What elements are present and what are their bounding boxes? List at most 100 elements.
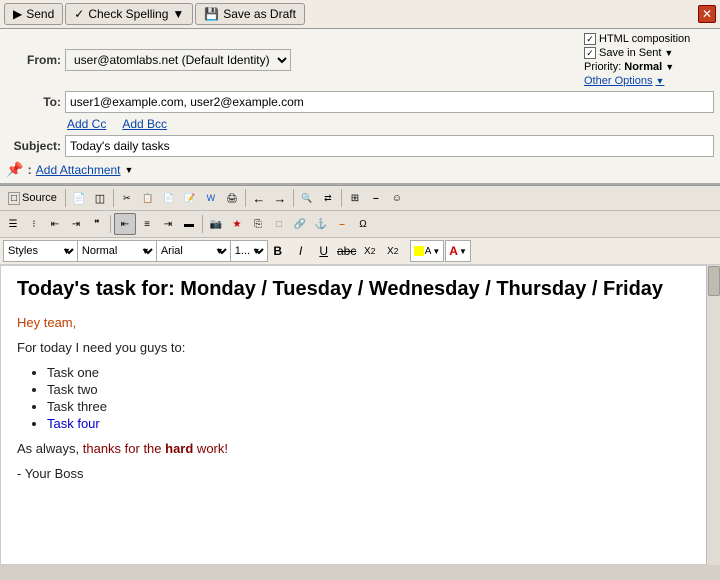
redo-button[interactable]: →	[270, 188, 290, 208]
insert-anchor-button[interactable]: ⚓	[311, 214, 331, 234]
special-char-button[interactable]: Ω	[353, 214, 373, 234]
insert-rule-button[interactable]: ⎯	[332, 214, 352, 234]
align-left-button[interactable]: ⇤	[114, 213, 136, 235]
size-select[interactable]: 1...	[230, 240, 268, 262]
align-center-button[interactable]: ≡	[137, 214, 157, 234]
sep1	[65, 189, 66, 207]
html-composition-label: HTML composition	[599, 33, 690, 45]
bold-button[interactable]: B	[267, 240, 289, 262]
priority-value: Normal	[624, 61, 662, 73]
greeting-comma: ,	[73, 315, 77, 330]
ordered-list-button[interactable]: ☰	[3, 214, 23, 234]
smiley-button[interactable]: ☺	[387, 188, 407, 208]
save-in-sent-row: Save in Sent ▼	[584, 47, 714, 59]
align-right-button[interactable]: ⇥	[158, 214, 178, 234]
blocks-button[interactable]: ◫	[90, 188, 110, 208]
replace-button[interactable]: ⇄	[318, 188, 338, 208]
content-area[interactable]: Today's task for: Monday / Tuesday / Wed…	[0, 265, 720, 565]
closing-line: As always, thanks for the hard work!	[17, 441, 703, 456]
check-spelling-button[interactable]: ✓ Check Spelling ▼	[65, 3, 193, 25]
font-color-button[interactable]: A ▼	[445, 240, 471, 262]
hr-button[interactable]: ⎯	[366, 188, 386, 208]
styles-select[interactable]: Styles	[3, 240, 78, 262]
highlight-color-label: A	[425, 246, 432, 257]
list-item: Task one	[47, 365, 703, 380]
table-button[interactable]: ⊞	[345, 188, 365, 208]
subscript-button[interactable]: X2	[359, 240, 381, 262]
insert-special-button[interactable]: □	[269, 214, 289, 234]
to-label: To:	[6, 95, 61, 109]
font-color-icon: A	[449, 244, 458, 258]
format-bar: Styles ▼ Normal ▼ Arial ▼ 1... ▼ B I U a…	[0, 238, 720, 265]
from-select[interactable]: user@atomlabs.net (Default Identity)	[65, 49, 291, 71]
paste-plain-button[interactable]: 📝	[180, 188, 200, 208]
save-draft-button[interactable]: 💾 Save as Draft	[195, 3, 305, 25]
subject-row: Subject:	[0, 133, 720, 159]
content-wrapper: Today's task for: Monday / Tuesday / Wed…	[0, 265, 720, 565]
increase-indent-button[interactable]: ⇥	[66, 214, 86, 234]
underline-button[interactable]: U	[313, 240, 335, 262]
list-item: Task two	[47, 382, 703, 397]
close-button[interactable]: ✕	[698, 5, 716, 23]
print-button[interactable]: 🖨	[222, 188, 242, 208]
list-item: Task four	[47, 416, 703, 431]
other-options-icon: ▼	[655, 76, 664, 86]
paragraph-select[interactable]: Normal	[77, 240, 157, 262]
subject-label: Subject:	[6, 139, 61, 153]
sep7	[202, 215, 203, 233]
font-color-dropdown-icon: ▼	[459, 247, 467, 256]
insert-flash-button[interactable]: ★	[227, 214, 247, 234]
top-toolbar: ▶ Send ✓ Check Spelling ▼ 💾 Save as Draf…	[0, 0, 720, 29]
signature-line: - Your Boss	[17, 466, 703, 481]
find-button[interactable]: 🔍	[297, 188, 317, 208]
sep4	[293, 189, 294, 207]
html-composition-checkbox[interactable]	[584, 33, 596, 45]
copy-button[interactable]: 📋	[138, 188, 158, 208]
source-button[interactable]: □ Source	[3, 188, 62, 208]
from-row: From: user@atomlabs.net (Default Identit…	[0, 29, 720, 89]
to-row: To:	[0, 89, 720, 115]
text-formatting-buttons: B I U abc X2 X2	[267, 240, 404, 262]
superscript-button[interactable]: X2	[382, 240, 404, 262]
attach-dropdown-icon: ▼	[125, 165, 134, 175]
sep5	[341, 189, 342, 207]
insert-table-button[interactable]: ⎘	[248, 214, 268, 234]
source-label: Source	[22, 192, 57, 204]
strikethrough-button[interactable]: abc	[336, 240, 358, 262]
source-icon: □	[8, 192, 20, 205]
scrollbar-track[interactable]	[706, 265, 720, 565]
undo-button[interactable]: ←	[249, 188, 269, 208]
paste-button[interactable]: 📄	[159, 188, 179, 208]
other-options-row[interactable]: Other Options ▼	[584, 75, 714, 87]
save-in-sent-checkbox[interactable]	[584, 47, 596, 59]
cut-button[interactable]: ✂	[117, 188, 137, 208]
italic-button[interactable]: I	[290, 240, 312, 262]
send-button[interactable]: ▶ Send	[4, 3, 63, 25]
insert-link-button[interactable]: 🔗	[290, 214, 310, 234]
priority-dropdown-icon: ▼	[665, 62, 674, 72]
scrollbar-thumb[interactable]	[708, 266, 720, 296]
right-options-panel: HTML composition Save in Sent ▼ Priority…	[584, 33, 714, 87]
highlight-color-button[interactable]: A ▼	[410, 240, 445, 262]
greeting-line: Hey team,	[17, 315, 703, 330]
from-label: From:	[6, 53, 61, 67]
task-list: Task one Task two Task three Task four	[47, 365, 703, 431]
other-options-label: Other Options	[584, 75, 652, 87]
color-buttons: A ▼ A ▼	[410, 240, 471, 262]
insert-image-button[interactable]: 📷	[206, 214, 226, 234]
add-bcc-link[interactable]: Add Bcc	[122, 117, 167, 131]
blockquote-button[interactable]: ❞	[87, 214, 107, 234]
justify-button[interactable]: ▬	[179, 214, 199, 234]
check-spelling-dropdown-icon: ▼	[172, 7, 184, 21]
add-attachment-link[interactable]: Add Attachment	[36, 163, 121, 177]
add-cc-link[interactable]: Add Cc	[67, 117, 106, 131]
font-select[interactable]: Arial	[156, 240, 231, 262]
spell-check-icon: ✓	[74, 7, 84, 21]
template-button[interactable]: 📄	[69, 188, 89, 208]
unordered-list-button[interactable]: ⁝	[24, 214, 44, 234]
paste-from-word-button[interactable]: W	[201, 188, 221, 208]
decrease-indent-button[interactable]: ⇤	[45, 214, 65, 234]
to-input[interactable]	[65, 91, 714, 113]
subject-input[interactable]	[65, 135, 714, 157]
thanks-text: thanks for the hard work!	[83, 441, 228, 456]
